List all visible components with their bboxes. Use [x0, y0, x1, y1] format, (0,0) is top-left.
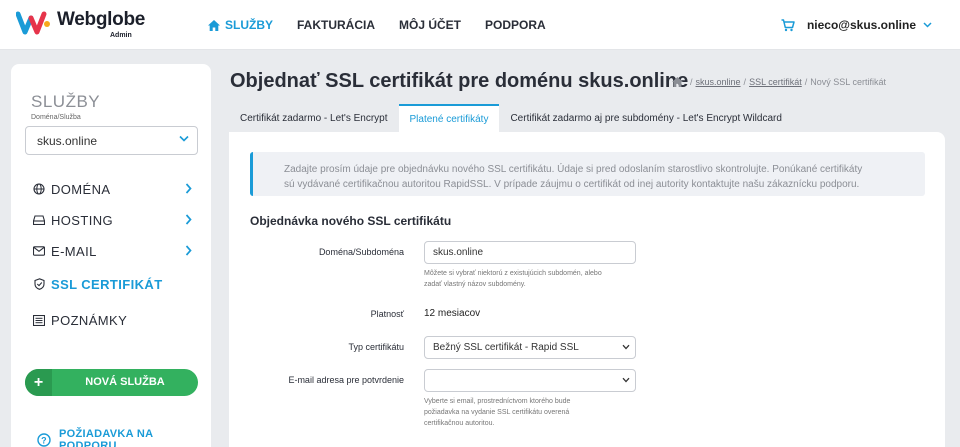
breadcrumb-ssl[interactable]: SSL certifikát — [749, 77, 802, 87]
form-title: Objednávka nového SSL certifikátu — [250, 214, 452, 228]
sidebar-item-label: DOMÉNA — [51, 181, 111, 197]
sidebar-item-label: POZNÁMKY — [51, 312, 128, 328]
support-label: POŽIADAVKA NA PODPORU — [59, 428, 153, 447]
main-nav: SLUŽBY FAKTURÁCIA MÔJ ÚČET PODPORA — [208, 0, 570, 50]
domain-select-value: skus.online — [37, 134, 98, 148]
breadcrumb-separator: / — [804, 77, 808, 87]
notes-icon — [33, 314, 45, 326]
sidebar-item-email[interactable]: E-MAIL — [33, 241, 198, 261]
plus-icon: + — [25, 369, 52, 396]
chevron-down-icon — [923, 22, 932, 28]
globe-icon — [33, 183, 45, 195]
sidebar-item-domena[interactable]: DOMÉNA — [33, 179, 198, 199]
chevron-right-icon — [185, 183, 192, 194]
chevron-down-icon — [179, 135, 189, 142]
info-alert: Zadajte prosím údaje pre objednávku nové… — [250, 152, 925, 196]
cert-type-value: Bežný SSL certifikát - Rapid SSL — [433, 342, 579, 353]
email-select[interactable] — [424, 369, 636, 392]
nav-sluzby-label: SLUŽBY — [225, 18, 273, 32]
sidebar-item-ssl[interactable]: SSL CERTIFIKÁT — [33, 274, 198, 294]
mail-icon — [33, 245, 45, 257]
user-menu[interactable]: nieco@skus.online — [781, 0, 932, 50]
svg-text:?: ? — [41, 435, 47, 445]
brand-sub: Admin — [110, 32, 132, 39]
chevron-down-icon — [622, 344, 630, 350]
breadcrumb: / skus.online / SSL certifikát / Nový SS… — [672, 77, 886, 87]
domain-select-caption: Doména/Služba — [31, 114, 81, 121]
shield-icon — [33, 278, 45, 290]
new-service-label: NOVÁ SLUŽBA — [85, 376, 165, 388]
chevron-down-icon — [622, 377, 630, 383]
sidebar-item-label: HOSTING — [51, 212, 114, 228]
domain-select[interactable]: skus.online — [25, 126, 198, 155]
home-icon — [208, 19, 220, 31]
tab-lets-encrypt[interactable]: Certifikát zadarmo - Let's Encrypt — [229, 104, 399, 132]
validity-label: Platnosť — [370, 309, 404, 319]
sidebar-item-label: E-MAIL — [51, 243, 97, 259]
info-alert-line: Zadajte prosím údaje pre objednávku nové… — [284, 164, 863, 175]
breadcrumb-separator: / — [690, 77, 693, 87]
logo[interactable]: Webglobe Admin — [16, 8, 146, 42]
help-icon: ? — [37, 433, 51, 447]
help-line: Môžete si vybrať niektorú z existujúcich… — [424, 270, 602, 277]
brand-name: Webglobe — [57, 9, 146, 30]
breadcrumb-domain[interactable]: skus.online — [696, 77, 741, 87]
sidebar-item-label: SSL CERTIFIKÁT — [51, 276, 163, 292]
cert-type-label: Typ certifikátu — [348, 342, 404, 352]
nav-fakturacia[interactable]: FAKTURÁCIA — [297, 0, 375, 50]
cert-type-select[interactable]: Bežný SSL certifikát - Rapid SSL — [424, 336, 636, 359]
top-bar: Webglobe Admin SLUŽBY FAKTURÁCIA MÔJ ÚČE… — [0, 0, 960, 50]
help-line: požiadavka na vydanie SSL certifikátu ov… — [424, 409, 570, 416]
sidebar: SLUŽBY Doména/Služba skus.online DOMÉNA … — [11, 64, 211, 447]
server-icon — [33, 214, 45, 226]
info-alert-line: sú vydávané certifikačnou autoritou Rapi… — [284, 179, 860, 190]
main-panel: Zadajte prosím údaje pre objednávku nové… — [229, 132, 945, 447]
chevron-right-icon — [185, 245, 192, 256]
tab-lets-encrypt-wildcard[interactable]: Certifikát zadarmo aj pre subdomény - Le… — [499, 104, 792, 132]
sidebar-title: SLUŽBY — [31, 92, 101, 111]
domain-label: Doména/Subdoména — [318, 247, 404, 257]
help-line: zadať vlastný názov subdomény. — [424, 281, 526, 288]
nav-podpora[interactable]: PODPORA — [485, 0, 546, 50]
domain-help: Môžete si vybrať niektorú z existujúcich… — [424, 268, 644, 290]
cart-icon[interactable] — [781, 18, 795, 32]
sidebar-item-poznamky[interactable]: POZNÁMKY — [33, 310, 198, 330]
new-service-button[interactable]: + NOVÁ SLUŽBA — [25, 369, 198, 396]
home-icon[interactable] — [672, 77, 683, 87]
domain-input-value: skus.online — [433, 247, 484, 258]
page-title: Objednať SSL certifikát pre doménu skus.… — [230, 70, 689, 92]
breadcrumb-current: Nový SSL certifikát — [810, 77, 886, 87]
help-line: certifikačnou autoritou. — [424, 420, 495, 427]
nav-moj-ucet[interactable]: MÔJ ÚČET — [399, 0, 461, 50]
email-help: Vyberte si email, prostredníctvom ktoréh… — [424, 396, 644, 429]
nav-sluzby[interactable]: SLUŽBY — [208, 0, 273, 50]
email-label: E-mail adresa pre potvrdenie — [288, 375, 404, 385]
validity-value: 12 mesiacov — [424, 308, 481, 319]
tab-paid-certificates[interactable]: Platené certifikáty — [398, 104, 500, 132]
certificate-tabs: Certifikát zadarmo - Let's Encrypt Plate… — [229, 104, 793, 132]
webglobe-logo-icon — [16, 11, 50, 35]
help-line: Vyberte si email, prostredníctvom ktoréh… — [424, 398, 571, 405]
support-request-link[interactable]: ? POŽIADAVKA NA PODPORU — [37, 428, 211, 447]
chevron-right-icon — [185, 214, 192, 225]
sidebar-item-hosting[interactable]: HOSTING — [33, 210, 198, 230]
user-email: nieco@skus.online — [806, 18, 916, 32]
breadcrumb-separator: / — [743, 77, 747, 87]
domain-input[interactable]: skus.online — [424, 241, 636, 264]
